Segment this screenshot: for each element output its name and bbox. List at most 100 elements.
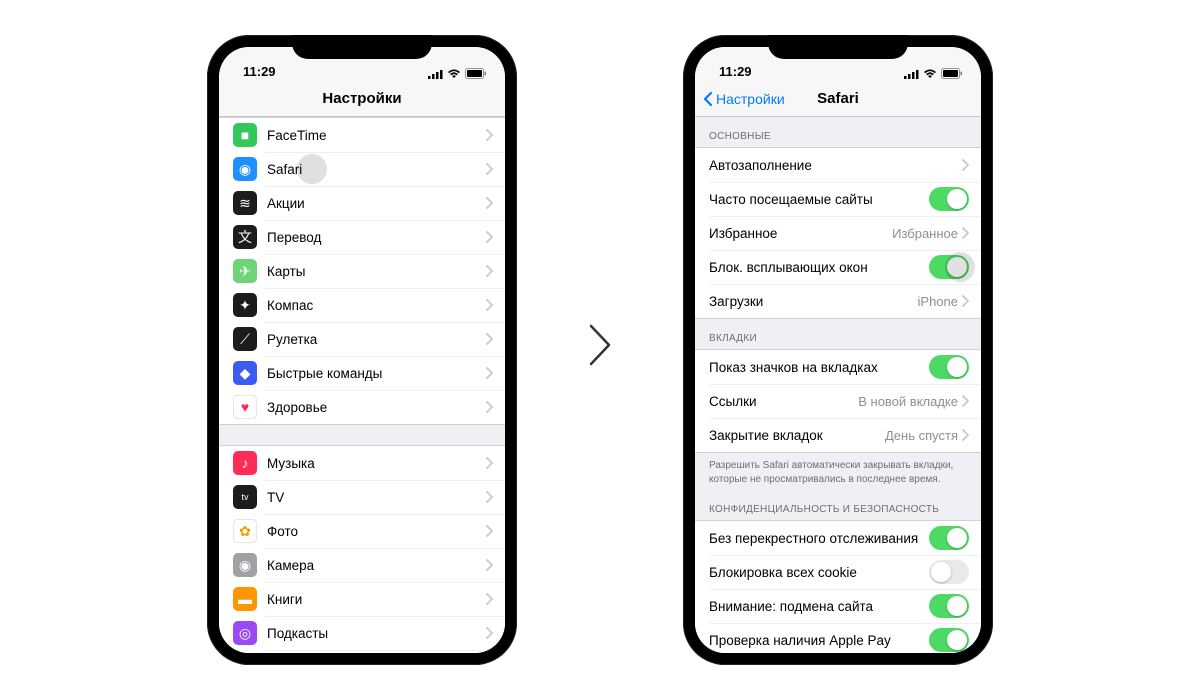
- app-icon: ✿: [233, 519, 257, 543]
- settings-row[interactable]: tvTV: [219, 480, 505, 514]
- back-label: Настройки: [716, 91, 785, 107]
- settings-row[interactable]: Автозаполнение: [695, 148, 981, 182]
- app-icon: ✦: [233, 293, 257, 317]
- row-value: iPhone: [918, 294, 958, 309]
- settings-row[interactable]: Блокировка всех cookie: [695, 555, 981, 589]
- app-icon: ≋: [233, 191, 257, 215]
- status-time: 11:29: [719, 64, 752, 79]
- chevron-right-icon: [486, 333, 493, 345]
- row-label: Акции: [267, 196, 486, 211]
- chevron-right-icon: [486, 627, 493, 639]
- signal-icon: [904, 69, 919, 79]
- chevron-right-icon: [962, 159, 969, 171]
- group-header: КОНФИДЕНЦИАЛЬНОСТЬ И БЕЗОПАСНОСТЬ: [695, 490, 981, 520]
- battery-icon: [941, 68, 963, 79]
- app-icon: ◎: [233, 621, 257, 645]
- settings-row[interactable]: ▬ Книги: [219, 582, 505, 616]
- settings-row[interactable]: ≋ Акции: [219, 186, 505, 220]
- row-label: TV: [267, 490, 486, 505]
- toggle-switch[interactable]: [929, 355, 969, 379]
- chevron-right-icon: [962, 227, 969, 239]
- settings-list: ♪ Музыка tvTV ✿ Фото ◉Камера ▬ Книги ◎ Подкасты Ui…: [219, 445, 505, 653]
- chevron-right-icon: [962, 395, 969, 407]
- back-button[interactable]: Настройки: [703, 91, 785, 107]
- settings-row[interactable]: Часто посещаемые сайты: [695, 182, 981, 216]
- chevron-right-icon: [486, 163, 493, 175]
- content-left[interactable]: ■FaceTime◉Safari≋Акции文Перевод✈Карты✦Ком…: [219, 117, 505, 653]
- screen-right: 11:29 Настройки Safari ОСНОВНЫЕАвтозапол…: [695, 47, 981, 653]
- settings-row[interactable]: ✈Карты: [219, 254, 505, 288]
- settings-row[interactable]: ◎ Подкасты: [219, 616, 505, 650]
- row-label: Блокировка всех cookie: [709, 565, 929, 580]
- settings-row[interactable]: ✦ Компас: [219, 288, 505, 322]
- group-footer: Разрешить Safari автоматически закрывать…: [695, 453, 981, 490]
- phone-left: 11:29 Настройки ■FaceTime◉Safari≋Акции文П…: [207, 35, 517, 665]
- settings-list: Показ значков на вкладках СсылкиВ новой в…: [695, 349, 981, 453]
- settings-list: ■FaceTime◉Safari ≋ Акции 文 Перевод ✈Карты ✦ Ком…: [219, 117, 505, 425]
- settings-row[interactable]: ◉Камера: [219, 548, 505, 582]
- battery-icon: [465, 68, 487, 79]
- app-icon: ■: [233, 123, 257, 147]
- chevron-right-icon: [486, 367, 493, 379]
- toggle-switch[interactable]: [929, 526, 969, 550]
- status-time: 11:29: [243, 64, 276, 79]
- settings-row[interactable]: ✿ Фото: [219, 514, 505, 548]
- settings-row[interactable]: СсылкиВ новой вкладке: [695, 384, 981, 418]
- settings-row[interactable]: Показ значков на вкладках: [695, 350, 981, 384]
- chevron-right-icon: [486, 231, 493, 243]
- row-label: Проверка наличия Apple Pay: [709, 633, 929, 648]
- row-label: Часто посещаемые сайты: [709, 192, 929, 207]
- row-label: Фото: [267, 524, 486, 539]
- settings-row[interactable]: ⟋Рулетка: [219, 322, 505, 356]
- settings-row[interactable]: ♪ Музыка: [219, 446, 505, 480]
- settings-row[interactable]: Внимание: подмена сайта: [695, 589, 981, 623]
- settings-row[interactable]: Блок. всплывающих окон: [695, 250, 981, 284]
- row-label: Книги: [267, 592, 486, 607]
- settings-row[interactable]: UiTunes U: [219, 650, 505, 653]
- row-label: Подкасты: [267, 626, 486, 641]
- chevron-right-icon: [486, 457, 493, 469]
- toggle-switch[interactable]: [929, 255, 969, 279]
- group-header: ВКЛАДКИ: [695, 319, 981, 349]
- settings-list: Без перекрестного отслеживания Блокировка…: [695, 520, 981, 653]
- settings-row[interactable]: ЗагрузкиiPhone: [695, 284, 981, 318]
- row-value: День спустя: [885, 428, 958, 443]
- chevron-left-icon: [703, 91, 713, 107]
- settings-row[interactable]: ◆Быстрые команды: [219, 356, 505, 390]
- group-header: ОСНОВНЫЕ: [695, 117, 981, 147]
- settings-row[interactable]: ■FaceTime: [219, 118, 505, 152]
- content-right[interactable]: ОСНОВНЫЕАвтозаполнение Часто посещаемые с…: [695, 117, 981, 653]
- row-label: Музыка: [267, 456, 486, 471]
- toggle-switch[interactable]: [929, 187, 969, 211]
- settings-row[interactable]: Проверка наличия Apple Pay: [695, 623, 981, 653]
- arrow-icon: [587, 322, 613, 379]
- wifi-icon: [923, 69, 937, 79]
- settings-row[interactable]: ◉Safari: [219, 152, 505, 186]
- row-label: Safari: [267, 162, 486, 177]
- row-label: Компас: [267, 298, 486, 313]
- chevron-right-icon: [486, 491, 493, 503]
- row-label: Закрытие вкладок: [709, 428, 885, 443]
- settings-row[interactable]: Без перекрестного отслеживания: [695, 521, 981, 555]
- row-label: Показ значков на вкладках: [709, 360, 929, 375]
- group-gap: [219, 425, 505, 445]
- navbar-left: Настройки: [219, 81, 505, 117]
- app-icon: ♪: [233, 451, 257, 475]
- app-icon: ▬: [233, 587, 257, 611]
- settings-row[interactable]: ИзбранноеИзбранное: [695, 216, 981, 250]
- toggle-switch[interactable]: [929, 560, 969, 584]
- screen-left: 11:29 Настройки ■FaceTime◉Safari≋Акции文П…: [219, 47, 505, 653]
- toggle-switch[interactable]: [929, 628, 969, 652]
- app-icon: 文: [233, 225, 257, 249]
- settings-row[interactable]: 文 Перевод: [219, 220, 505, 254]
- wifi-icon: [447, 69, 461, 79]
- settings-row[interactable]: ♥Здоровье: [219, 390, 505, 424]
- row-label: Рулетка: [267, 332, 486, 347]
- settings-row[interactable]: Закрытие вкладокДень спустя: [695, 418, 981, 452]
- chevron-right-icon: [486, 401, 493, 413]
- chevron-right-icon: [962, 295, 969, 307]
- page-title: Настройки: [322, 90, 401, 107]
- toggle-switch[interactable]: [929, 594, 969, 618]
- app-icon: ◉: [233, 553, 257, 577]
- row-label: Перевод: [267, 230, 486, 245]
